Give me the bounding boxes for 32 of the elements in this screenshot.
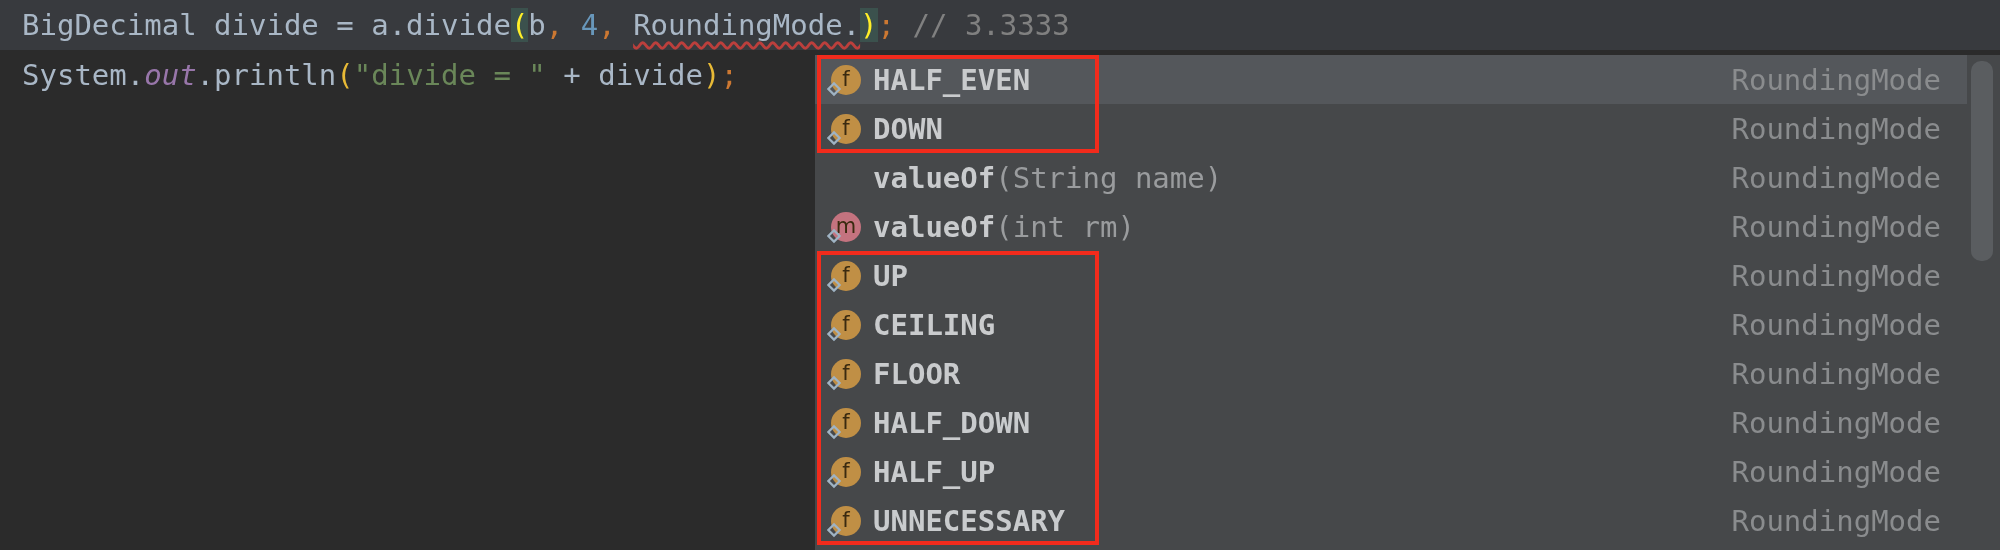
completion-name: CEILING	[873, 307, 996, 342]
return-type: RoundingMode	[1731, 356, 1942, 391]
completion-item[interactable]: f CEILING RoundingMode	[815, 300, 1967, 349]
completion-name: valueOf	[873, 160, 996, 195]
completion-name: HALF_DOWN	[873, 405, 1031, 440]
return-type: RoundingMode	[1731, 209, 1942, 244]
return-type: RoundingMode	[1731, 160, 1942, 195]
code-line: System.out.println("divide = " + divide);	[22, 57, 738, 94]
completion-item[interactable]: valueOf(String name) RoundingMode	[815, 153, 1967, 202]
completion-item[interactable]: f HALF_UP RoundingMode	[815, 447, 1967, 496]
completion-item[interactable]: f UP RoundingMode	[815, 251, 1967, 300]
return-type: RoundingMode	[1731, 111, 1942, 146]
completion-name: HALF_UP	[873, 454, 996, 489]
completion-name: HALF_EVEN	[873, 62, 1031, 97]
completion-item[interactable]: f DOWN RoundingMode	[815, 104, 1967, 153]
return-type: RoundingMode	[1731, 258, 1942, 293]
completion-name: DOWN	[873, 111, 943, 146]
completion-name: UNNECESSARY	[873, 503, 1066, 538]
parameter-list: (int rm)	[995, 209, 1135, 244]
code-line: BigDecimal divide = a.divide(b, 4, RoundingMode.); // 3.3333	[22, 7, 1070, 44]
completion-name: valueOf	[873, 209, 996, 244]
completion-item[interactable]: f HALF_DOWN RoundingMode	[815, 398, 1967, 447]
completion-item[interactable]: m valueOf(int rm) RoundingMode	[815, 202, 1967, 251]
return-type: RoundingMode	[1731, 454, 1942, 489]
completion-name: UP	[873, 258, 908, 293]
return-type: RoundingMode	[1731, 503, 1942, 538]
return-type: RoundingMode	[1731, 405, 1942, 440]
completion-item[interactable]: f FLOOR RoundingMode	[815, 349, 1967, 398]
return-type: RoundingMode	[1731, 307, 1942, 342]
parameter-list: (String name)	[995, 160, 1223, 195]
completion-item[interactable]: f UNNECESSARY RoundingMode	[815, 496, 1967, 545]
completion-name: FLOOR	[873, 356, 961, 391]
